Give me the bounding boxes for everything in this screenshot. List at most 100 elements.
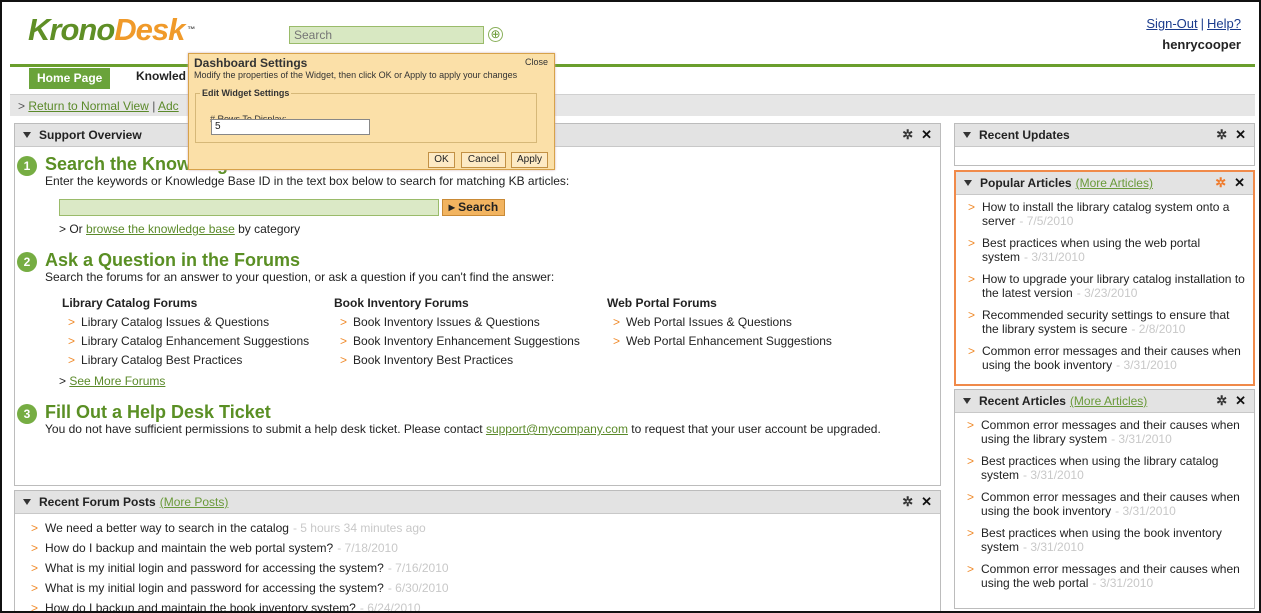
browse-kb-link[interactable]: browse the knowledge base <box>86 222 235 236</box>
dialog-close-link[interactable]: Close <box>525 57 548 67</box>
forum-post-item[interactable]: > We need a better way to search in the c… <box>31 521 932 535</box>
panel-header: Recent Articles (More Articles) ✲ ✕ <box>955 390 1254 413</box>
forum-link[interactable]: > Book Inventory Enhancement Suggestions <box>334 334 580 348</box>
sign-out-link[interactable]: Sign-Out <box>1146 16 1197 31</box>
article-item[interactable]: > Common error messages and their causes … <box>967 562 1246 590</box>
step-number-badge: 3 <box>17 404 37 424</box>
gear-icon[interactable]: ✲ <box>1215 175 1226 190</box>
search-go-icon[interactable]: ⊕ <box>488 27 503 42</box>
article-item[interactable]: > Best practices when using the web porta… <box>968 236 1245 264</box>
close-icon[interactable]: ✕ <box>921 127 932 142</box>
article-item[interactable]: > Common error messages and their causes … <box>968 344 1245 372</box>
step-ask-forums: 2 Ask a Question in the Forums Search th… <box>17 250 554 285</box>
orange-arrow-icon: > <box>968 344 976 358</box>
tab-knowledge-base[interactable]: Knowled <box>136 69 192 83</box>
orange-arrow-icon: > <box>31 561 39 575</box>
dialog-message: Modify the properties of the Widget, the… <box>194 70 518 80</box>
orange-arrow-icon: > <box>967 526 975 540</box>
article-item[interactable]: > Recommended security settings to ensure… <box>968 308 1245 336</box>
orange-arrow-icon: > <box>31 541 39 555</box>
orange-arrow-icon: > <box>340 334 348 348</box>
panel-header: Recent Forum Posts (More Posts) ✲ ✕ <box>15 491 940 514</box>
forum-column-book-inventory: Book Inventory Forums > Book Inventory Is… <box>334 296 580 372</box>
step-title: Ask a Question in the Forums <box>45 250 301 270</box>
step-description: Enter the keywords or Knowledge Base ID … <box>45 174 570 188</box>
see-more-forums-link[interactable]: See More Forums <box>69 374 165 388</box>
orange-arrow-icon: > <box>968 308 976 322</box>
close-icon[interactable]: ✕ <box>1235 393 1246 408</box>
gear-icon[interactable]: ✲ <box>1216 393 1227 408</box>
fieldset-legend: Edit Widget Settings <box>202 88 290 98</box>
tab-home-page[interactable]: Home Page <box>29 68 111 89</box>
step-number-badge: 1 <box>17 156 37 176</box>
panel-header: Recent Updates ✲ ✕ <box>955 124 1254 147</box>
add-widget-link[interactable]: Adc <box>158 99 179 113</box>
cancel-button[interactable]: Cancel <box>461 152 506 168</box>
step-title: Fill Out a Help Desk Ticket <box>45 402 271 422</box>
article-item[interactable]: > How to install the library catalog syst… <box>968 200 1245 228</box>
collapse-triangle-icon[interactable] <box>23 132 31 138</box>
step-description: You do not have sufficient permissions t… <box>45 422 881 436</box>
forum-post-item[interactable]: > How do I backup and maintain the book i… <box>31 601 932 613</box>
orange-arrow-icon: > <box>340 353 348 367</box>
forum-link[interactable]: > Web Portal Issues & Questions <box>607 315 832 329</box>
search-input[interactable] <box>289 26 484 44</box>
orange-arrow-icon: > <box>340 315 348 329</box>
collapse-triangle-icon[interactable] <box>963 132 971 138</box>
panel-header: Popular Articles (More Articles) ✲ ✕ <box>956 172 1253 195</box>
collapse-triangle-icon[interactable] <box>23 499 31 505</box>
forum-post-item[interactable]: > What is my initial login and password f… <box>31 581 932 595</box>
article-item[interactable]: > Best practices when using the library c… <box>967 454 1246 482</box>
more-articles-link[interactable]: (More Articles) <box>1070 394 1147 408</box>
dashboard-settings-dialog: Dashboard Settings Close Modify the prop… <box>188 53 555 170</box>
panel-title: Support Overview <box>39 128 142 142</box>
more-articles-link[interactable]: (More Articles) <box>1076 176 1153 190</box>
close-icon[interactable]: ✕ <box>1235 127 1246 142</box>
kb-search-input[interactable] <box>59 199 439 216</box>
gear-icon[interactable]: ✲ <box>902 494 913 509</box>
orange-arrow-icon: > <box>967 418 975 432</box>
gear-icon[interactable]: ✲ <box>1216 127 1227 142</box>
panel-title: Popular Articles <box>980 176 1072 190</box>
close-icon[interactable]: ✕ <box>921 494 932 509</box>
orange-arrow-icon: > <box>967 562 975 576</box>
forum-post-item[interactable]: > How do I backup and maintain the web po… <box>31 541 932 555</box>
article-item[interactable]: > How to upgrade your library catalog ins… <box>968 272 1245 300</box>
collapse-triangle-icon[interactable] <box>964 180 972 186</box>
see-more-forums-line: > See More Forums <box>59 374 166 388</box>
rows-to-display-input[interactable]: 5 <box>211 119 370 135</box>
gear-icon[interactable]: ✲ <box>902 127 913 142</box>
ok-button[interactable]: OK <box>428 152 455 168</box>
apply-button[interactable]: Apply <box>511 152 548 168</box>
collapse-triangle-icon[interactable] <box>963 398 971 404</box>
recent-updates-panel: Recent Updates ✲ ✕ <box>954 123 1255 166</box>
popular-articles-panel: Popular Articles (More Articles) ✲ ✕ > How … <box>954 170 1255 386</box>
forum-link[interactable]: > Library Catalog Best Practices <box>62 353 309 367</box>
orange-arrow-icon: > <box>68 353 76 367</box>
forum-link[interactable]: > Library Catalog Enhancement Suggestions <box>62 334 309 348</box>
close-icon[interactable]: ✕ <box>1234 175 1245 190</box>
orange-arrow-icon: > <box>31 601 39 613</box>
article-item[interactable]: > Common error messages and their causes … <box>967 490 1246 518</box>
step-number-badge: 2 <box>17 252 37 272</box>
support-email-link[interactable]: support@mycompany.com <box>486 422 628 436</box>
help-link[interactable]: Help? <box>1207 16 1241 31</box>
kronodesk-logo[interactable]: KronoDesk ™ <box>28 12 195 48</box>
forum-link[interactable]: > Web Portal Enhancement Suggestions <box>607 334 832 348</box>
forum-link[interactable]: > Library Catalog Issues & Questions <box>62 315 309 329</box>
article-item[interactable]: > Best practices when using the book inve… <box>967 526 1246 554</box>
browse-line: > Or browse the knowledge base by catego… <box>59 222 301 236</box>
forum-column-heading: Library Catalog Forums <box>62 296 198 310</box>
return-normal-view-link[interactable]: Return to Normal View <box>28 99 149 113</box>
forum-link[interactable]: > Book Inventory Best Practices <box>334 353 580 367</box>
forum-post-item[interactable]: > What is my initial login and password f… <box>31 561 932 575</box>
orange-arrow-icon: > <box>968 236 976 250</box>
panel-title: Recent Updates <box>979 128 1070 142</box>
panel-title: Recent Forum Posts <box>39 495 156 509</box>
orange-arrow-icon: > <box>68 315 76 329</box>
kb-search-button[interactable]: ▸ Search <box>442 199 505 216</box>
article-item[interactable]: > Common error messages and their causes … <box>967 418 1246 446</box>
orange-arrow-icon: > <box>968 272 976 286</box>
more-posts-link[interactable]: (More Posts) <box>160 495 229 509</box>
forum-link[interactable]: > Book Inventory Issues & Questions <box>334 315 580 329</box>
